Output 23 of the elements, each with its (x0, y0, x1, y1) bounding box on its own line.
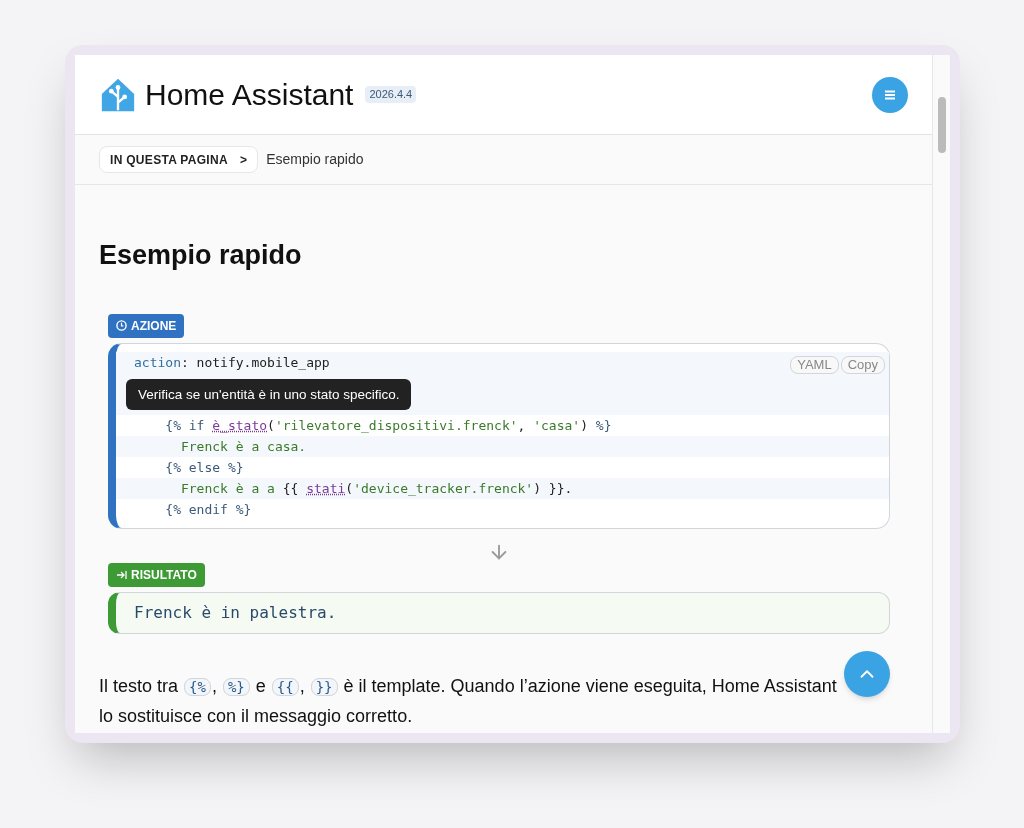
site-title[interactable]: Home Assistant (145, 72, 354, 117)
action-label: AZIONE (108, 313, 185, 338)
code-line: Frenck è a casa. (179, 439, 307, 454)
arrow-to-line-icon (116, 570, 127, 580)
code-line: {% endif %} (164, 502, 252, 517)
section-heading: Esempio rapido (99, 239, 303, 272)
code-line: {% if è_stato('rilevatore_dispositivi.frenck', 'casa') %} (164, 418, 612, 433)
code-line: action: notify.mobile_app (134, 355, 330, 370)
code-toolbar-button[interactable]: Copy (840, 356, 885, 374)
on-this-page-button[interactable]: IN QUESTA PAGINA > (99, 146, 259, 173)
code-line: {% else %} (164, 460, 244, 475)
code-line: Frenck è a a {{ stati('device_tracker.frenck') }}. (179, 481, 573, 496)
menu-icon (884, 89, 896, 100)
clock-icon (116, 320, 127, 331)
body-paragraph: Il testo tra {% , %} e {{ , }} è il template. Quando l’azione viene eseguita, Home Assistant lo sostituisce con il messaggio corretto. (99, 675, 838, 728)
current-section: Esempio rapido (266, 149, 364, 170)
menu-button[interactable] (872, 76, 908, 113)
result-label: RISULTATO (108, 563, 205, 587)
tooltip: Verifica se un'entità è in uno stato specifico. (126, 378, 412, 410)
version-badge: 2026.4.4 (365, 86, 417, 103)
scroll-to-top-button[interactable] (844, 651, 890, 697)
result-block: Frenck è in palestra. (108, 592, 890, 634)
scrollbar-thumb[interactable] (937, 97, 946, 153)
